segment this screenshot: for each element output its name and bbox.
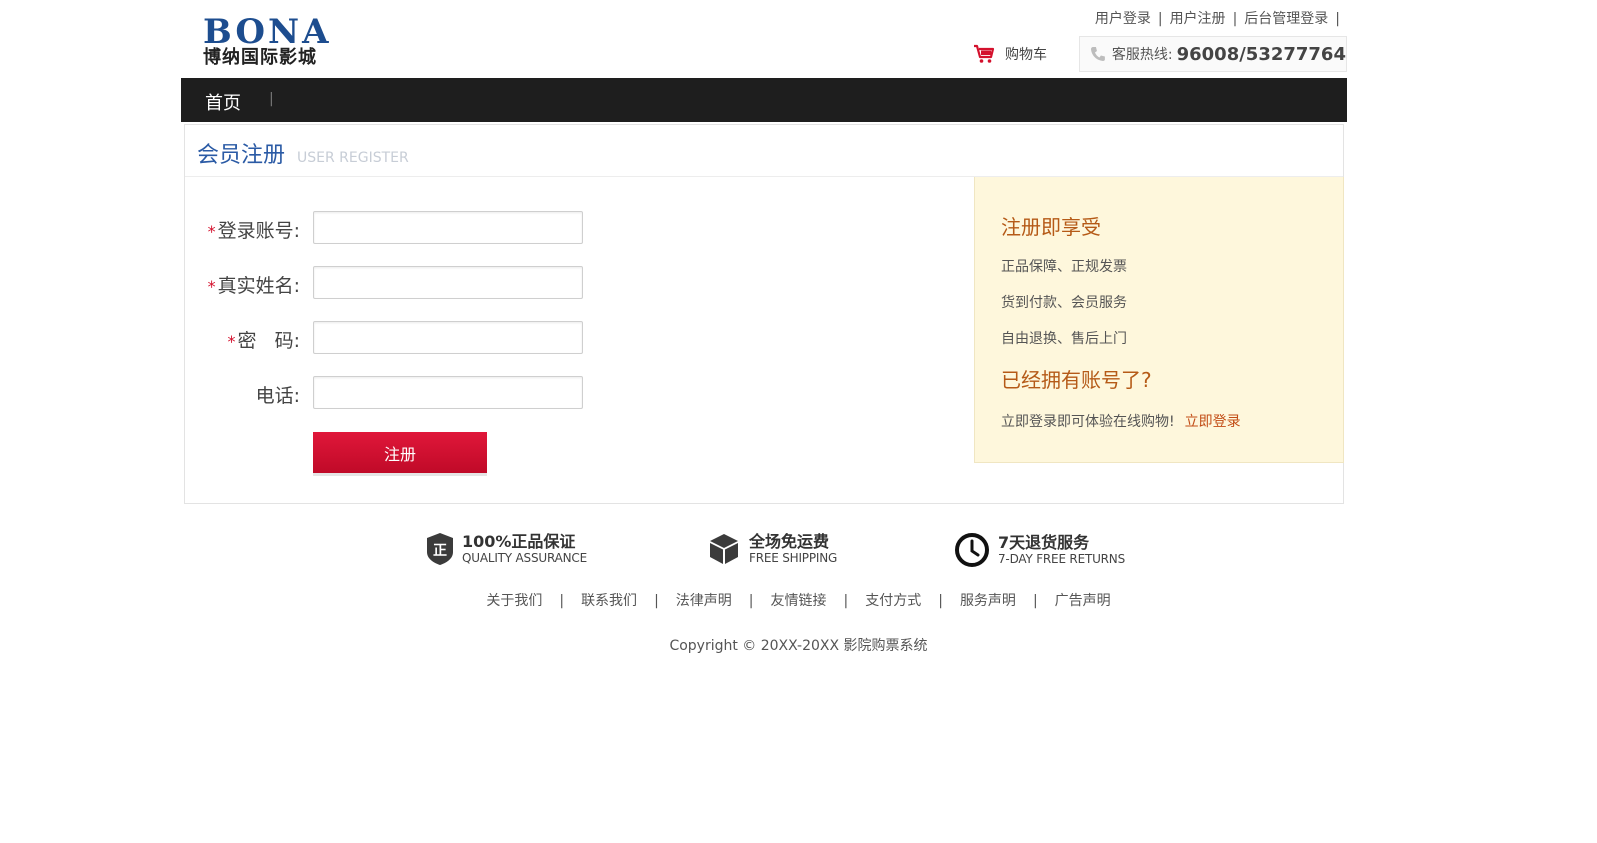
- required-mark: *: [207, 222, 216, 241]
- benefit-item: 货到付款、会员服务: [1001, 295, 1127, 311]
- shield-icon: 正: [427, 533, 453, 565]
- footer-link-friends[interactable]: 友情链接: [771, 593, 827, 609]
- footer-link-payment[interactable]: 支付方式: [865, 593, 921, 609]
- cart-label: 购物车: [1005, 47, 1047, 63]
- feature-returns: 7天退货服务 7-DAY FREE RETURNS: [954, 532, 1125, 568]
- login-now-link[interactable]: 立即登录: [1185, 414, 1241, 430]
- top-links: 用户登录 | 用户注册 | 后台管理登录 |: [1095, 8, 1347, 28]
- footer-link-ads[interactable]: 广告声明: [1055, 593, 1111, 609]
- svg-text:正: 正: [433, 543, 447, 559]
- footer-separator: |: [654, 593, 659, 609]
- feature-title: 100%正品保证: [462, 532, 576, 551]
- benefit-item: 正品保障、正规发票: [1001, 259, 1127, 275]
- user-login-link[interactable]: 用户登录: [1095, 11, 1151, 27]
- phone-label: 电话:: [255, 385, 300, 407]
- features-bar: 正 100%正品保证 QUALITY ASSURANCE 全场免运费 FREE …: [0, 532, 1597, 572]
- form-row-account: * 登录账号:: [185, 211, 685, 266]
- clock-icon: [955, 533, 989, 567]
- phone-input[interactable]: [313, 376, 583, 409]
- footer-separator: |: [559, 593, 565, 609]
- feature-title: 7天退货服务: [998, 533, 1090, 552]
- password-label: * 密 码:: [227, 330, 300, 352]
- top-link-separator: |: [1335, 11, 1340, 27]
- register-button[interactable]: 注册: [313, 432, 487, 476]
- user-register-link[interactable]: 用户注册: [1170, 11, 1226, 27]
- login-prompt: 立即登录即可体验在线购物! 立即登录: [1001, 414, 1241, 430]
- account-input[interactable]: [313, 211, 583, 244]
- feature-shipping: 全场免运费 FREE SHIPPING: [707, 532, 837, 566]
- realname-label: * 真实姓名:: [207, 275, 300, 297]
- feature-subtitle: QUALITY ASSURANCE: [462, 551, 587, 565]
- benefits-panel: 注册即享受 正品保障、正规发票 货到付款、会员服务 自由退换、售后上门 已经拥有…: [974, 177, 1344, 463]
- form-row-realname: * 真实姓名:: [185, 266, 685, 321]
- footer-separator: |: [1032, 593, 1038, 609]
- register-header: 会员注册 USER REGISTER: [185, 125, 1343, 177]
- password-input[interactable]: [313, 321, 583, 354]
- footer-link-legal[interactable]: 法律声明: [676, 593, 732, 609]
- logo-text-en: BONA: [203, 12, 332, 52]
- feature-quality: 正 100%正品保证 QUALITY ASSURANCE: [426, 532, 587, 566]
- benefit-item: 自由退换、售后上门: [1001, 331, 1127, 347]
- cart-icon: [974, 44, 995, 63]
- footer-link-about[interactable]: 关于我们: [486, 593, 542, 609]
- top-link-separator: |: [1157, 11, 1163, 27]
- required-mark: *: [207, 277, 216, 296]
- top-link-separator: |: [1232, 11, 1238, 27]
- feature-title: 全场免运费: [749, 532, 830, 551]
- register-form: * 登录账号: * 真实姓名: * 密 码: 电话:: [185, 211, 685, 431]
- footer-separator: |: [843, 593, 849, 609]
- phone-icon: [1090, 47, 1105, 61]
- nav-separator: |: [269, 91, 274, 107]
- hotline-label: 客服热线:: [1111, 47, 1173, 63]
- register-title-en: USER REGISTER: [297, 150, 409, 166]
- form-row-password: * 密 码:: [185, 321, 685, 376]
- service-hotline: 客服热线: 96008/53277764: [1079, 36, 1347, 72]
- copyright: Copyright © 20XX-20XX 影院购票系统: [669, 638, 928, 654]
- has-account-title: 已经拥有账号了?: [1001, 368, 1152, 392]
- account-label: * 登录账号:: [207, 220, 300, 242]
- footer-link-service[interactable]: 服务声明: [960, 593, 1016, 609]
- footer-link-contact[interactable]: 联系我们: [581, 593, 637, 609]
- admin-login-link[interactable]: 后台管理登录: [1244, 11, 1328, 27]
- register-title: 会员注册: [197, 143, 286, 168]
- footer-separator: |: [748, 593, 754, 609]
- register-panel: 会员注册 USER REGISTER * 登录账号: * 真实姓名: * 密 码: 电…: [184, 124, 1344, 504]
- form-row-phone: 电话:: [185, 376, 685, 431]
- logo-text-cn: 博纳国际影城: [203, 47, 317, 68]
- hotline-number: 96008/53277764: [1176, 43, 1346, 65]
- feature-subtitle: 7-DAY FREE RETURNS: [998, 552, 1125, 566]
- required-mark: *: [227, 332, 236, 351]
- benefits-title: 注册即享受: [1001, 215, 1101, 239]
- footer-links: 关于我们 | 联系我们 | 法律声明 | 友情链接 | 支付方式 | 服务声明 | 广告声明: [0, 590, 1597, 610]
- site-logo[interactable]: BONA 博纳国际影城: [203, 14, 393, 70]
- feature-subtitle: FREE SHIPPING: [749, 551, 838, 565]
- box-icon: [710, 534, 738, 564]
- cart-link[interactable]: 购物车: [973, 44, 1047, 64]
- main-nav: 首页 |: [181, 78, 1347, 122]
- realname-input[interactable]: [313, 266, 583, 299]
- footer-separator: |: [938, 593, 943, 609]
- nav-item-home[interactable]: 首页: [205, 89, 241, 115]
